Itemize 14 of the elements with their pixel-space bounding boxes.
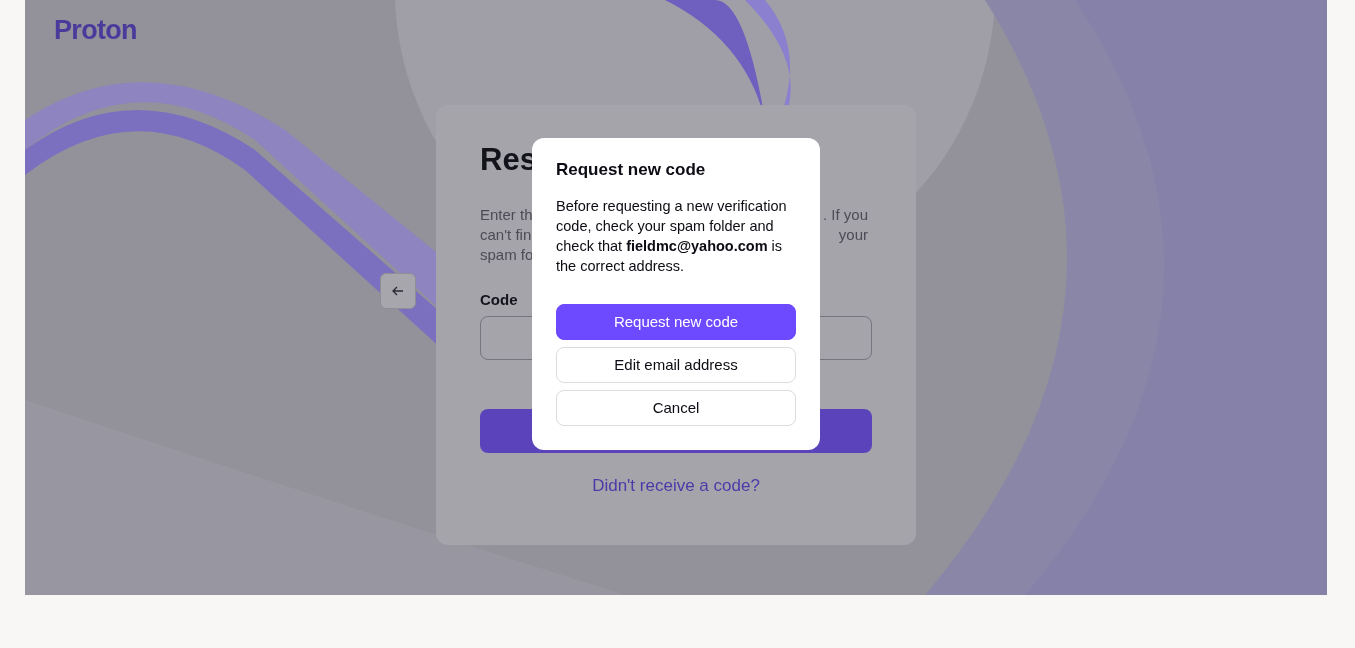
request-code-button[interactable]: Request new code — [556, 304, 796, 340]
dialog-button[interactable]: Cancel — [556, 390, 796, 426]
dialog-message: Before requesting a new verification code, check your spam folder and check that fieldmc@yahoo.com is the correct address. — [556, 197, 788, 276]
description-text: Enter th — [480, 205, 533, 225]
logo: Proton — [54, 15, 137, 45]
description-text: spam fo — [480, 245, 534, 265]
description-text: . If you — [822, 205, 868, 225]
code-label: Code — [480, 290, 519, 310]
dialog-title: Request new code — [556, 159, 707, 181]
description-text: can't fin — [480, 225, 532, 245]
back-button[interactable] — [380, 273, 416, 309]
description-text: your — [838, 225, 868, 245]
dialog-button[interactable]: Edit email address — [556, 347, 796, 383]
resend-code-link[interactable]: Didn't receive a code? — [592, 472, 760, 498]
